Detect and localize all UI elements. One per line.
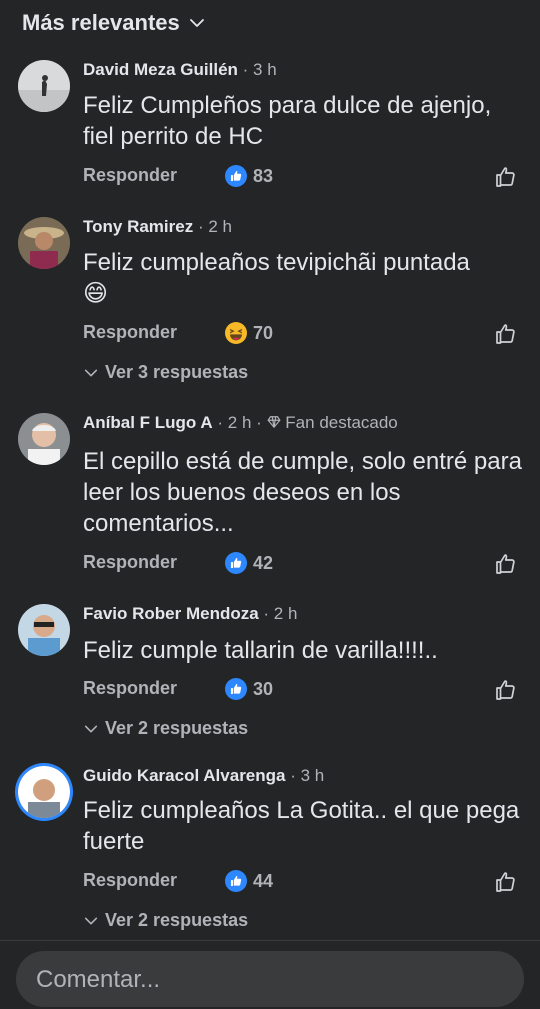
haha-reaction-icon [225, 322, 247, 344]
like-button-icon[interactable] [494, 552, 518, 576]
avatar[interactable] [18, 60, 70, 112]
reaction-summary[interactable]: 44 [225, 870, 273, 892]
avatar[interactable] [18, 217, 70, 269]
view-replies-link[interactable]: Ver 3 respuestas [83, 362, 248, 383]
comment-emoji: 😄 [83, 279, 109, 307]
comment-author[interactable]: Guido Karacol Alvarenga [83, 766, 285, 785]
avatar[interactable] [18, 604, 70, 656]
sort-label: Más relevantes [22, 10, 180, 35]
view-replies-label: Ver 3 respuestas [105, 362, 249, 382]
comment-time: · 3 h [290, 766, 325, 785]
like-reaction-icon [225, 870, 247, 892]
reaction-count: 83 [253, 165, 274, 186]
comment-input[interactable] [34, 951, 498, 1009]
comment-text: Feliz cumple tallarin de varilla!!!!.. [83, 637, 438, 664]
chevron-down-icon [83, 365, 99, 381]
comment-time: · 3 h [242, 60, 277, 79]
reaction-summary[interactable]: 42 [225, 552, 273, 574]
avatar[interactable] [18, 413, 70, 465]
comment-text: El cepillo está de cumple, solo entré pa… [83, 448, 522, 537]
view-replies-label: Ver 2 respuestas [105, 910, 249, 930]
comment-time: · 2 h [197, 217, 232, 236]
reply-button[interactable]: Responder [83, 165, 177, 186]
chevron-down-icon [83, 721, 99, 737]
like-reaction-icon [225, 552, 247, 574]
comment-composer [16, 951, 524, 1009]
like-reaction-icon [225, 165, 247, 187]
comment-author[interactable]: Tony Ramirez [83, 217, 193, 236]
reaction-count: 30 [253, 678, 274, 699]
avatar[interactable] [18, 766, 70, 818]
reply-button[interactable]: Responder [83, 678, 177, 699]
like-reaction-icon [225, 678, 247, 700]
comment-author[interactable]: Favio Rober Mendoza [83, 604, 259, 623]
comment-text: Feliz cumpleaños tevipichãi puntada [83, 249, 470, 276]
comment-text: Feliz cumpleaños La Gotita.. el que pega… [83, 797, 520, 855]
reaction-count: 70 [253, 322, 274, 343]
sort-dropdown[interactable]: Más relevantes [22, 10, 206, 36]
like-button-icon[interactable] [494, 322, 518, 346]
reply-button[interactable]: Responder [83, 322, 177, 343]
view-replies-link[interactable]: Ver 2 respuestas [83, 910, 248, 931]
fan-badge-label: Fan destacado [285, 413, 398, 432]
reply-button[interactable]: Responder [83, 552, 177, 573]
reaction-count: 42 [253, 552, 274, 573]
reaction-summary[interactable]: 70 [225, 322, 273, 344]
diamond-icon [267, 416, 281, 429]
reaction-count: 44 [253, 870, 274, 891]
footer-divider [0, 940, 540, 941]
reaction-summary[interactable]: 30 [225, 678, 273, 700]
fan-badge: Fan destacado [267, 413, 398, 432]
like-button-icon[interactable] [494, 678, 518, 702]
reaction-summary[interactable]: 83 [225, 165, 273, 187]
comment-time: · 2 h · [217, 413, 262, 432]
chevron-down-icon [188, 14, 206, 32]
view-replies-label: Ver 2 respuestas [105, 718, 249, 738]
comment-author[interactable]: David Meza Guillén [83, 60, 238, 79]
reply-button[interactable]: Responder [83, 870, 177, 891]
comment-author[interactable]: Aníbal F Lugo A [83, 413, 213, 432]
view-replies-link[interactable]: Ver 2 respuestas [83, 718, 248, 739]
like-button-icon[interactable] [494, 870, 518, 894]
comment-time: · 2 h [263, 604, 298, 623]
comment-text: Feliz Cumpleños para dulce de ajenjo, fi… [83, 92, 492, 150]
chevron-down-icon [83, 913, 99, 929]
like-button-icon[interactable] [494, 165, 518, 189]
